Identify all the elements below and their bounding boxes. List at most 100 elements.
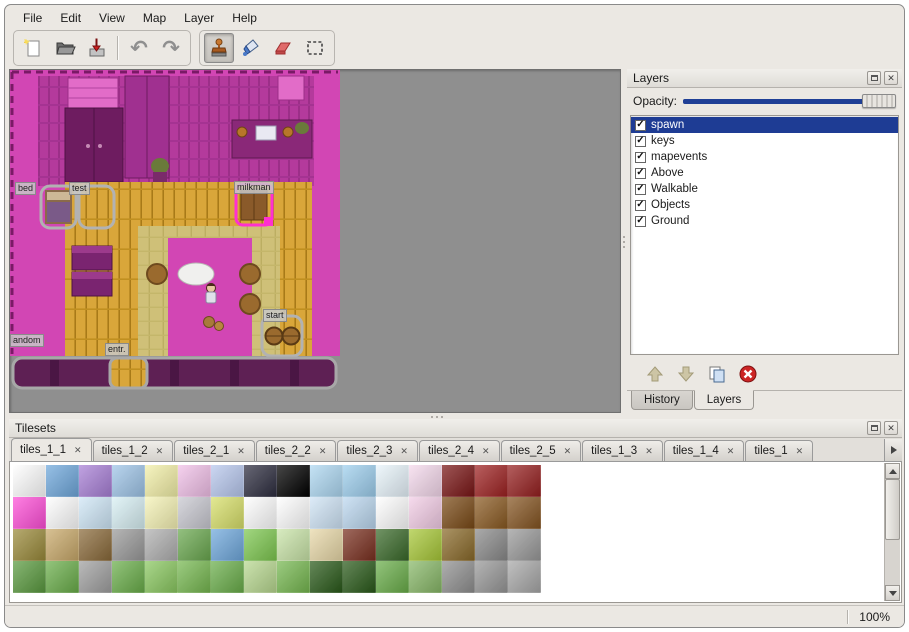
tileset-tab[interactable]: tiles_2_3 ✕ (337, 440, 418, 461)
bed-object[interactable] (41, 186, 76, 228)
tab-close-icon[interactable]: ✕ (726, 446, 736, 457)
tileset-tile[interactable] (145, 529, 178, 561)
layer-visibility-checkbox[interactable]: ✓ (635, 152, 646, 163)
rect-select-tool-button[interactable] (300, 33, 330, 63)
tileset-tile[interactable] (277, 529, 310, 561)
tab-close-icon[interactable]: ✕ (399, 446, 409, 457)
tab-close-icon[interactable]: ✕ (644, 446, 654, 457)
tileset-tile[interactable] (211, 529, 244, 561)
tileset-tile[interactable] (79, 561, 112, 593)
tileset-tile[interactable] (442, 561, 475, 593)
opacity-slider[interactable] (683, 93, 896, 109)
layer-visibility-checkbox[interactable]: ✓ (635, 200, 646, 211)
tileset-tile[interactable] (409, 497, 442, 529)
scrollbar-thumb[interactable] (885, 479, 900, 540)
tileset-tile[interactable] (145, 497, 178, 529)
tileset-tile[interactable] (508, 561, 541, 593)
menu-item[interactable]: Help (224, 8, 265, 28)
layer-visibility-checkbox[interactable]: ✓ (635, 136, 646, 147)
tilesets-dock-titlebar[interactable]: Tilesets ✕ (9, 419, 902, 438)
tileset-tile[interactable] (46, 561, 79, 593)
scrollbar-track[interactable] (885, 479, 900, 585)
tileset-tab[interactable]: tiles_1_3 ✕ (582, 440, 663, 461)
tileset-view[interactable] (9, 462, 902, 603)
tileset-tile[interactable] (475, 497, 508, 529)
tileset-tile[interactable] (310, 497, 343, 529)
tileset-tile[interactable] (343, 465, 376, 497)
scroll-up-button[interactable] (885, 463, 900, 479)
vertical-splitter[interactable] (620, 225, 627, 259)
menu-item[interactable]: View (91, 8, 133, 28)
tab-close-icon[interactable]: ✕ (318, 446, 328, 457)
tileset-tile[interactable] (112, 529, 145, 561)
tileset-tile[interactable] (277, 561, 310, 593)
map-render[interactable] (10, 70, 340, 392)
layer-row[interactable]: ✓ keys (631, 133, 898, 149)
menu-item[interactable]: Edit (52, 8, 89, 28)
tileset-tile[interactable] (145, 561, 178, 593)
hallway-object[interactable] (13, 358, 336, 388)
tileset-tile[interactable] (178, 561, 211, 593)
close-dock-button[interactable]: ✕ (884, 421, 898, 435)
lower-layer-button[interactable] (674, 362, 698, 386)
tileset-tile[interactable] (211, 561, 244, 593)
tileset-tile[interactable] (343, 497, 376, 529)
bucket-fill-tool-button[interactable] (236, 33, 266, 63)
tileset-tab[interactable]: tiles_1_2 ✕ (93, 440, 174, 461)
tileset-tile[interactable] (277, 497, 310, 529)
redo-button[interactable]: ↷ (156, 33, 186, 63)
tileset-tile[interactable] (178, 529, 211, 561)
tab-scroll-right-button[interactable] (884, 439, 902, 461)
tileset-tile[interactable] (244, 561, 277, 593)
stamp-tool-button[interactable] (204, 33, 234, 63)
dock-tab[interactable]: Layers (694, 390, 755, 410)
menu-item[interactable]: File (15, 8, 50, 28)
layer-row[interactable]: ✓ Objects (631, 197, 898, 213)
tileset-tile[interactable] (310, 561, 343, 593)
tileset-tile[interactable] (310, 529, 343, 561)
eraser-tool-button[interactable] (268, 33, 298, 63)
tileset-tile[interactable] (376, 529, 409, 561)
open-map-button[interactable] (50, 33, 80, 63)
tileset-tile[interactable] (112, 497, 145, 529)
tileset-tile[interactable] (244, 529, 277, 561)
tileset-tile[interactable] (475, 465, 508, 497)
tab-close-icon[interactable]: ✕ (481, 446, 491, 457)
tileset-tab[interactable]: tiles_1_4 ✕ (664, 440, 745, 461)
tileset-tile[interactable] (145, 465, 178, 497)
dock-tab[interactable]: History (631, 391, 693, 410)
close-dock-button[interactable]: ✕ (884, 71, 898, 85)
tileset-tile[interactable] (13, 497, 46, 529)
tileset-tile[interactable] (211, 497, 244, 529)
tileset-tile[interactable] (244, 465, 277, 497)
tileset-tile[interactable] (409, 529, 442, 561)
tileset-tile[interactable] (442, 529, 475, 561)
tileset-tile[interactable] (112, 465, 145, 497)
layer-list[interactable]: ✓ spawn ✓ keys ✓ mapevents ✓ Above (630, 115, 899, 355)
layer-visibility-checkbox[interactable]: ✓ (635, 168, 646, 179)
layer-row[interactable]: ✓ Above (631, 165, 898, 181)
float-dock-button[interactable] (867, 421, 881, 435)
layer-row[interactable]: ✓ spawn (631, 117, 898, 133)
tab-close-icon[interactable]: ✕ (795, 446, 805, 457)
undo-button[interactable]: ↶ (124, 33, 154, 63)
tileset-tab[interactable]: tiles_1_1 ✕ (11, 438, 92, 461)
tileset-tile[interactable] (475, 529, 508, 561)
layer-row[interactable]: ✓ Ground (631, 213, 898, 229)
tileset-tile[interactable] (508, 465, 541, 497)
tileset-tile[interactable] (343, 529, 376, 561)
tileset-tile[interactable] (13, 561, 46, 593)
tileset-tab[interactable]: tiles_2_4 ✕ (419, 440, 500, 461)
tileset-tile[interactable] (46, 529, 79, 561)
tileset-tile[interactable] (376, 465, 409, 497)
tileset-tile[interactable] (211, 465, 244, 497)
tab-close-icon[interactable]: ✕ (563, 446, 573, 457)
delete-layer-button[interactable] (736, 362, 760, 386)
tileset-tile[interactable] (376, 561, 409, 593)
duplicate-layer-button[interactable] (705, 362, 729, 386)
layers-dock-titlebar[interactable]: Layers ✕ (627, 69, 902, 88)
scroll-down-button[interactable] (885, 585, 900, 601)
menu-item[interactable]: Map (135, 8, 174, 28)
tileset-tile[interactable] (13, 529, 46, 561)
tileset-tile[interactable] (310, 465, 343, 497)
